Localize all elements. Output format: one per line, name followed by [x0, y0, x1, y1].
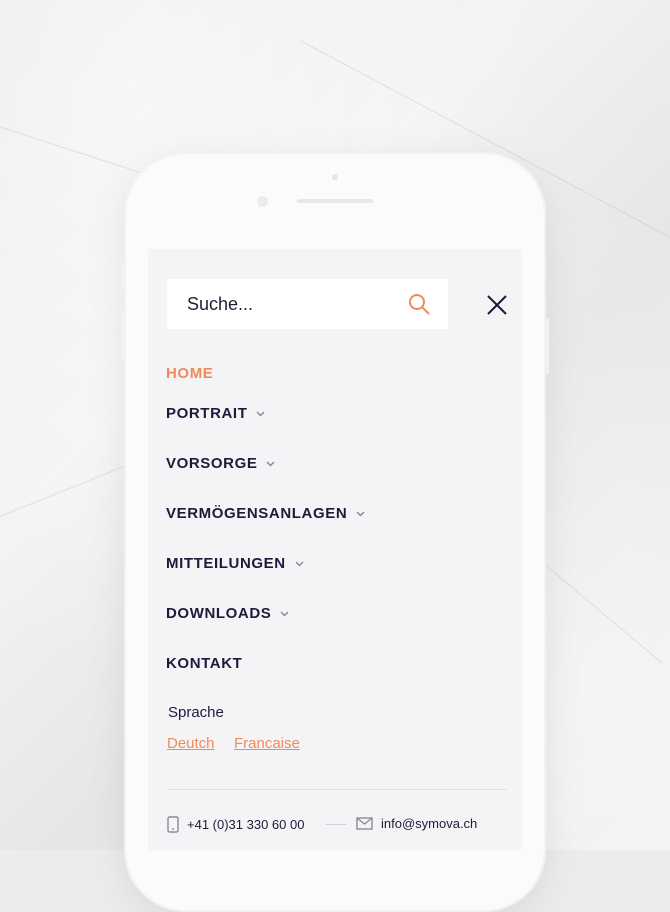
- contact-email-label: info@symova.ch: [381, 816, 478, 831]
- phone-side-button: [121, 262, 124, 290]
- language-link-francais[interactable]: Francaise: [234, 735, 300, 752]
- chevron-down-icon: [266, 460, 276, 467]
- nav-item-kontakt[interactable]: KONTAKT: [166, 655, 242, 672]
- chevron-down-icon: [295, 560, 304, 567]
- phone-icon: [167, 816, 179, 833]
- nav-item-label: VORSORGE: [166, 455, 258, 472]
- search-button[interactable]: [408, 293, 430, 315]
- phone-side-button: [546, 318, 549, 374]
- search-box: [167, 279, 448, 329]
- nav-item-portrait[interactable]: PORTRAIT: [166, 405, 265, 422]
- nav-item-label: DOWNLOADS: [166, 605, 272, 622]
- mail-icon: [356, 817, 373, 830]
- phone-sensor: [332, 174, 338, 180]
- contact-email[interactable]: info@symova.ch: [356, 816, 477, 831]
- phone-speaker: [297, 199, 373, 203]
- nav-item-vermoegensanlagen[interactable]: VERMÖGENSANLAGEN: [166, 505, 365, 522]
- nav-item-home[interactable]: HOME: [166, 365, 213, 382]
- search-input[interactable]: [167, 279, 407, 329]
- nav-item-label: KONTAKT: [166, 655, 243, 672]
- close-icon: [487, 295, 507, 315]
- nav-item-label: PORTRAIT: [166, 405, 248, 422]
- mobile-menu-screen: HOME PORTRAIT VORSORGE VERMÖGENSANLAGEN …: [148, 249, 522, 850]
- nav-item-downloads[interactable]: DOWNLOADS: [166, 605, 289, 622]
- phone-side-button: [121, 310, 124, 360]
- language-title: Sprache: [168, 704, 224, 721]
- marble-vein: [539, 560, 663, 664]
- contact-phone-label: +41 (0)31 330 60 00: [187, 817, 305, 832]
- nav-item-vorsorge[interactable]: VORSORGE: [166, 455, 276, 472]
- nav-item-label: VERMÖGENSANLAGEN: [166, 505, 348, 522]
- chevron-down-icon: [256, 410, 265, 417]
- search-icon: [409, 294, 430, 315]
- chevron-down-icon: [356, 510, 365, 517]
- nav-item-mitteilungen[interactable]: MITTEILUNGEN: [166, 555, 304, 572]
- nav-item-label: MITTEILUNGEN: [166, 555, 286, 572]
- close-menu-button[interactable]: [487, 295, 507, 315]
- language-link-deutsch[interactable]: Deutch: [167, 735, 215, 752]
- chevron-down-icon: [280, 610, 289, 617]
- nav-item-label: HOME: [166, 365, 214, 382]
- contact-phone[interactable]: +41 (0)31 330 60 00: [167, 816, 304, 833]
- contact-separator: [326, 824, 346, 825]
- phone-camera: [257, 196, 268, 207]
- divider: [167, 789, 507, 790]
